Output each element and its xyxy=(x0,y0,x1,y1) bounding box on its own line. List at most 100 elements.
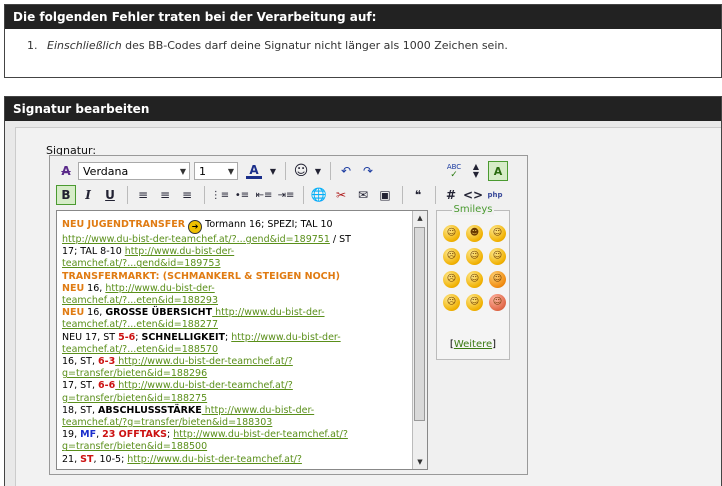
text-color-icon[interactable]: A xyxy=(242,161,266,181)
wysiwyg-editor: A Verdana ▼ 1 ▼ A ▼ ☺ ▼ ↶ ↷ ABC ✓ ▲ ▼ A B I … xyxy=(49,155,528,475)
textarea-scrollbar[interactable]: ▲ ▼ xyxy=(412,211,427,469)
resize-icon[interactable]: ▲ ▼ xyxy=(466,161,486,181)
ordered-list-icon[interactable]: ⋮≡ xyxy=(210,185,230,205)
code-icon[interactable]: <> xyxy=(463,185,483,205)
content-link[interactable]: http://www.du-bist-der-teamchef.at/? xyxy=(127,454,302,465)
smiley-smile-icon[interactable]: ☺ xyxy=(443,225,460,242)
remove-link-icon[interactable]: ✂ xyxy=(331,185,351,205)
content-link[interactable]: teamchef.at/?...eten&id=188570 xyxy=(62,344,218,355)
smiley-grin-icon[interactable]: ☻ xyxy=(466,225,483,242)
smiley-wink-icon[interactable]: ☺ xyxy=(466,294,483,311)
text-line: 17, ST, xyxy=(62,380,99,392)
insert-link-icon[interactable]: 🌐 xyxy=(309,185,329,205)
align-right-icon[interactable]: ≡ xyxy=(177,185,197,205)
font-select[interactable]: Verdana ▼ xyxy=(78,162,190,180)
text-neu-jugendtransfer: NEU JUGENDTRANSFER xyxy=(62,219,186,230)
toolbar-row-1: A Verdana ▼ 1 ▼ A ▼ ☺ ▼ ↶ ↷ ABC ✓ ▲ ▼ A xyxy=(56,160,510,182)
smiley-embarrassed-icon[interactable]: ☺ xyxy=(489,294,506,311)
underline-label: U xyxy=(105,188,115,202)
content-link[interactable]: http://www.du-bist-der- xyxy=(231,332,340,343)
error-item-number: 1. xyxy=(27,39,38,52)
underline-button[interactable]: U xyxy=(100,185,120,205)
separator xyxy=(204,186,205,204)
smiley-sad-icon[interactable]: ☹ xyxy=(443,248,460,265)
text-line: 16, xyxy=(84,307,106,319)
size-select[interactable]: 1 ▼ xyxy=(194,162,238,180)
content-link[interactable]: teamchef.at/?g=transfer/bieten&id=188303 xyxy=(62,417,272,428)
separator xyxy=(402,186,403,204)
remove-format-icon[interactable]: A xyxy=(56,161,76,181)
italic-label: I xyxy=(85,188,91,202)
smiley-mad-icon[interactable]: ☹ xyxy=(443,294,460,311)
text-red: 6-3 xyxy=(98,356,116,368)
text-bold: GROSSE ÜBERSICHT xyxy=(105,307,213,319)
smiley-laugh-icon[interactable]: ☺ xyxy=(489,271,506,288)
separator xyxy=(330,162,331,180)
text-line: 16, xyxy=(84,282,106,294)
content-link[interactable]: teamchef.at/?...eten&id=188293 xyxy=(62,295,218,306)
insert-email-icon[interactable]: ✉ xyxy=(353,185,373,205)
text-bold: ABSCHLUSSSTÄRKE xyxy=(98,404,202,416)
smiley-insert-icon[interactable]: ☺ xyxy=(291,161,311,181)
content-link[interactable]: g=transfer/bieten&id=188275 xyxy=(62,393,207,404)
size-select-value: 1 xyxy=(199,164,206,178)
smiley-biggrin-icon[interactable]: ☺ xyxy=(489,225,506,242)
content-link[interactable]: teamchef.at/?...gend&id=189753 xyxy=(62,258,221,269)
content-link[interactable]: http://www.du-bist-der- xyxy=(202,405,314,416)
insert-image-icon[interactable]: ▣ xyxy=(375,185,395,205)
align-center-icon[interactable]: ≡ xyxy=(155,185,175,205)
italic-button[interactable]: I xyxy=(78,185,98,205)
content-link[interactable]: http://www.du-bist-der-teamchef.at/?...g… xyxy=(62,234,330,245)
undo-icon[interactable]: ↶ xyxy=(336,161,356,181)
scroll-thumb[interactable] xyxy=(414,227,425,421)
unordered-list-icon[interactable]: •≡ xyxy=(232,185,252,205)
signature-title: Signatur bearbeiten xyxy=(5,97,721,121)
text-line: Tormann 16; SPEZI; TAL 10 xyxy=(202,219,333,230)
align-left-icon[interactable]: ≡ xyxy=(133,185,153,205)
smileys-title-wrap: Smileys xyxy=(437,204,509,215)
wysiwyg-toggle-icon[interactable]: A xyxy=(488,161,508,181)
color-bar xyxy=(246,175,262,179)
smiley-cool-icon[interactable]: ☺ xyxy=(466,271,483,288)
bracket-close: ] xyxy=(492,339,497,350)
text-line: 16, ST, xyxy=(62,356,99,368)
content-link[interactable]: teamchef.at/?...eten&id=188277 xyxy=(62,319,218,330)
smiley-dropdown-icon[interactable]: ▼ xyxy=(313,161,323,181)
content-link[interactable]: http://www.du-bist-der-teamchef.at/? xyxy=(115,356,293,367)
content-link[interactable]: http://www.du-bist-der-teamchef.at/? xyxy=(115,380,293,391)
redo-icon[interactable]: ↷ xyxy=(358,161,378,181)
content-link[interactable]: g=transfer/bieten&id=188296 xyxy=(62,368,207,379)
separator xyxy=(127,186,128,204)
text-line: NEU 17, ST xyxy=(62,331,119,343)
smiley-confused-icon[interactable]: ☹ xyxy=(443,271,460,288)
content-link[interactable]: http://www.du-bist-der-teamchef.at/? xyxy=(173,429,348,440)
content-link[interactable]: http://www.du-bist-der- xyxy=(125,246,234,257)
bold-button[interactable]: B xyxy=(56,185,76,205)
smileys-box: Smileys ☺ ☻ ☺ ☹ ☺ ☺ ☹ ☺ ☺ ☹ ☺ ☺ [Weitere… xyxy=(436,204,510,360)
hash-icon[interactable]: # xyxy=(441,185,461,205)
text-color-dropdown-icon[interactable]: ▼ xyxy=(268,161,278,181)
content-link[interactable]: g=transfer/bieten&id=188500 xyxy=(62,441,207,452)
toolbar-row-2: B I U ≡ ≡ ≡ ⋮≡ •≡ ⇤≡ ⇥≡ 🌐 ✂ ✉ ▣ ❝ # <> p… xyxy=(56,184,507,206)
separator xyxy=(303,186,304,204)
smiley-surprised-icon[interactable]: ☺ xyxy=(466,248,483,265)
error-title: Die folgenden Fehler traten bei der Vera… xyxy=(5,5,721,29)
more-smileys-link[interactable]: Weitere xyxy=(454,339,492,350)
php-icon[interactable]: php xyxy=(485,185,505,205)
text-red: 6-6 xyxy=(98,380,116,392)
content-link[interactable]: http://www.du-bist-der- xyxy=(212,307,324,318)
scroll-down-icon[interactable]: ▼ xyxy=(413,455,427,469)
indent-icon[interactable]: ⇥≡ xyxy=(276,185,296,205)
error-item-emphasis: Einschließlich xyxy=(47,39,122,52)
scroll-up-icon[interactable]: ▲ xyxy=(413,211,427,225)
error-item-text: des BB-Codes darf deine Signatur nicht l… xyxy=(121,39,508,52)
error-panel: Die folgenden Fehler traten bei der Vera… xyxy=(4,4,722,78)
text-line: 21, xyxy=(62,453,81,465)
quote-icon[interactable]: ❝ xyxy=(408,185,428,205)
content-link[interactable]: http://www.du-bist-der- xyxy=(105,283,214,294)
outdent-icon[interactable]: ⇤≡ xyxy=(254,185,274,205)
spellcheck-icon[interactable]: ABC ✓ xyxy=(444,161,464,181)
separator xyxy=(285,162,286,180)
smiley-eek-icon[interactable]: ☺ xyxy=(489,248,506,265)
signature-textarea[interactable]: NEU JUGENDTRANSFER ➔ Tormann 16; SPEZI; … xyxy=(56,210,428,470)
